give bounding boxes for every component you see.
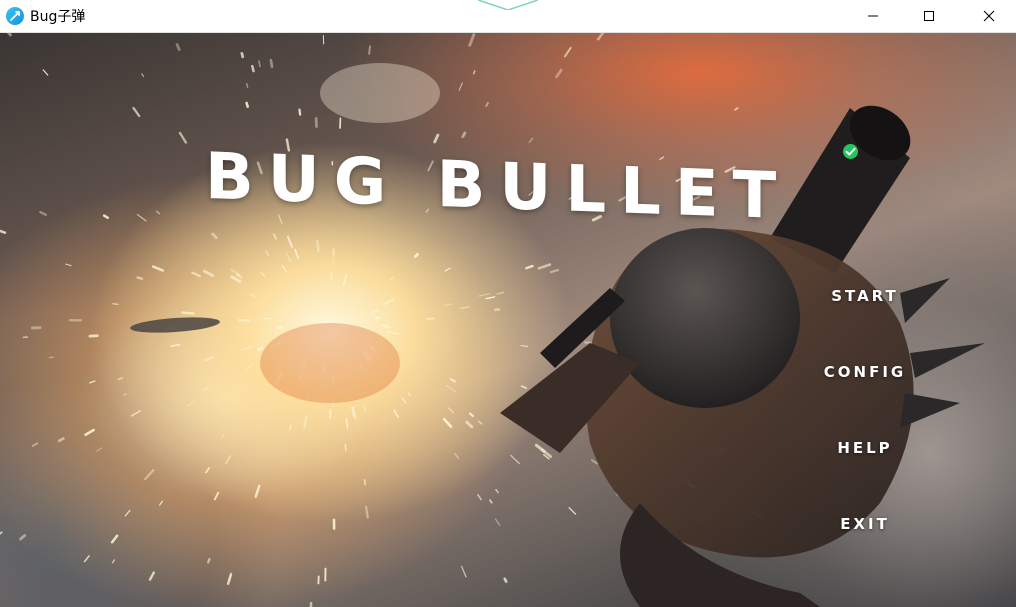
close-icon	[983, 10, 995, 22]
maximize-icon	[924, 11, 934, 21]
close-button[interactable]	[966, 0, 1012, 32]
game-window: Bug子弹 BUG BULLET START CONFIG HELP EXIT	[0, 0, 1016, 607]
bullet-icon	[10, 11, 20, 21]
menu-start-button[interactable]: START	[790, 287, 940, 305]
green-check-icon	[843, 144, 858, 159]
menu-help-button[interactable]: HELP	[790, 439, 940, 457]
game-viewport[interactable]: BUG BULLET START CONFIG HELP EXIT	[0, 33, 1016, 607]
maximize-button[interactable]	[906, 0, 952, 32]
menu-config-button[interactable]: CONFIG	[790, 363, 940, 381]
menu-exit-button[interactable]: EXIT	[790, 515, 940, 533]
app-icon	[6, 7, 24, 25]
minimize-button[interactable]	[850, 0, 896, 32]
title-bar-notch	[478, 0, 538, 10]
minimize-icon	[868, 15, 878, 17]
title-bar[interactable]: Bug子弹	[0, 0, 1016, 33]
window-title: Bug子弹	[30, 9, 86, 25]
